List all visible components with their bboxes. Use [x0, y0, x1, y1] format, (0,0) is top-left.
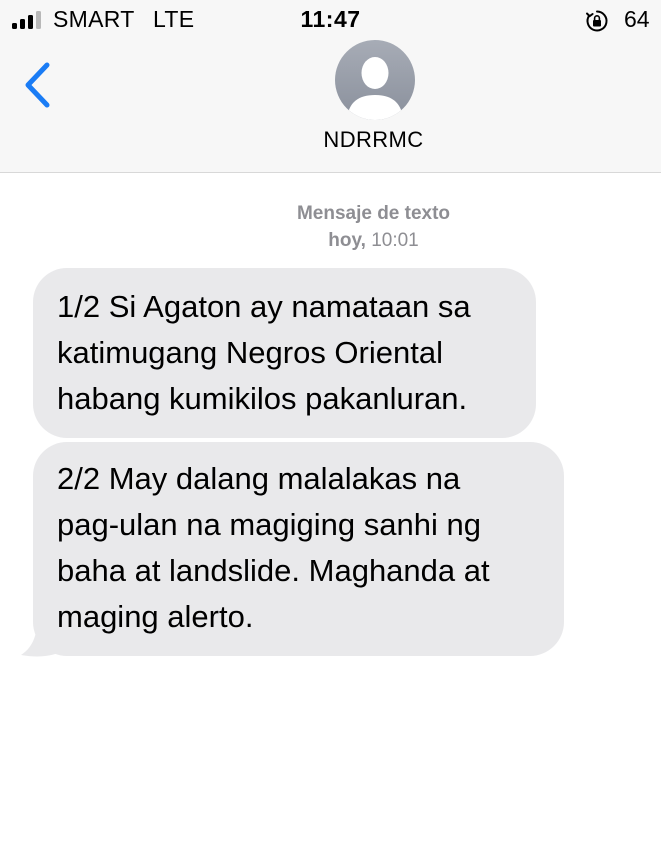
message-line: maging alerto. [57, 599, 254, 634]
avatar[interactable] [335, 40, 415, 120]
conversation-header: SMART LTE 11:47 64 NDRRMC [0, 0, 661, 173]
message-timestamp: hoy, 10:01 [86, 227, 661, 254]
battery-level: 64 [624, 6, 650, 32]
status-time: 11:47 [300, 6, 361, 32]
message-bubble[interactable]: 1/2 Si Agaton ay namataan sa katimugang … [33, 268, 536, 438]
message-time: 10:01 [371, 230, 419, 251]
message-line: habang kumikilos pakanluran. [57, 381, 468, 416]
message-type-label: Mensaje de texto [296, 203, 451, 224]
thread-meta: Mensaje de texto hoy, 10:01 [0, 200, 661, 254]
message-bubble[interactable]: 2/2 May dalang malalakas na pag-ulan na … [33, 442, 564, 656]
chevron-left-icon[interactable] [20, 60, 56, 110]
message-line: 1/2 Si Agaton ay namataan sa [57, 289, 471, 324]
contact-name[interactable]: NDRRMC [0, 127, 661, 153]
message-line: katimugang Negros Oriental [57, 335, 443, 370]
message-day: hoy, [328, 230, 366, 251]
person-silhouette-icon [347, 57, 403, 120]
orientation-lock-icon [586, 10, 608, 32]
message-line: baha at landslide. Maghanda at [57, 553, 490, 588]
message-line: 2/2 May dalang malalakas na [57, 461, 461, 496]
message-line: pag-ulan na magiging sanhi ng [57, 507, 481, 542]
status-bar: SMART LTE 11:47 64 [0, 0, 661, 40]
